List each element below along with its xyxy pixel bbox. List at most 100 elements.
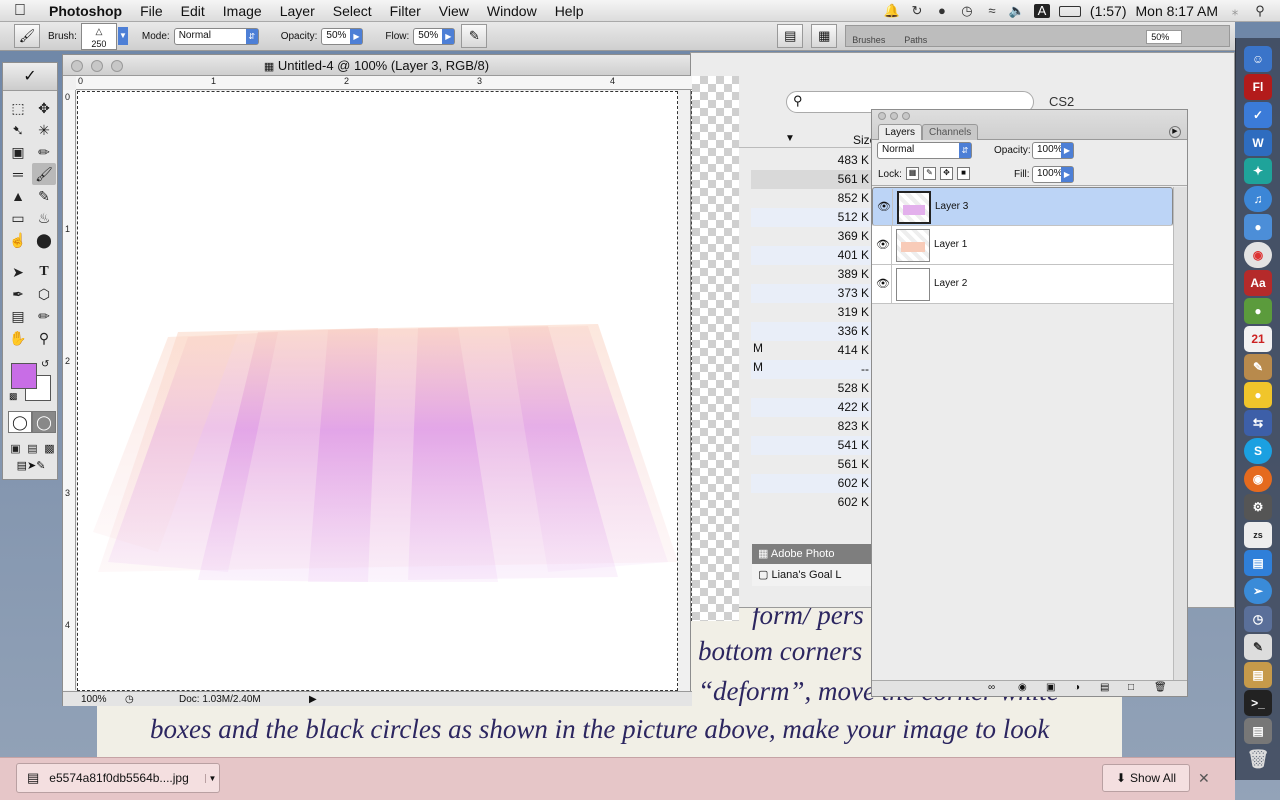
layer-name[interactable]: Layer 3 (935, 201, 968, 212)
lock-image-icon[interactable]: ✎ (923, 167, 936, 180)
dreamweaver-icon[interactable]: W (1244, 130, 1272, 156)
apple-menu-icon[interactable]:  (0, 2, 40, 20)
lock-transparency-icon[interactable]: ▦ (906, 167, 919, 180)
panel-menu-icon[interactable]: ▶ (1169, 126, 1181, 138)
list-item[interactable]: 561 K (751, 170, 871, 189)
jump-to-imageready-icon[interactable]: ▤➤✎ (8, 459, 54, 477)
evernote-icon[interactable]: ● (934, 4, 950, 18)
clock[interactable]: Mon 8:17 AM (1136, 3, 1219, 19)
eraser-tool-icon[interactable]: ▭ (6, 207, 30, 229)
crop-tool-icon[interactable]: ▣ (6, 141, 30, 163)
close-window-button[interactable] (71, 60, 83, 72)
eye-icon[interactable]: 👁 (877, 200, 891, 213)
migration-icon[interactable]: ⇆ (1244, 410, 1272, 436)
magic-wand-tool-icon[interactable]: ✳ (32, 119, 56, 141)
trash-icon[interactable]: 🗑 (1244, 746, 1272, 772)
list-item[interactable]: 541 K (751, 436, 871, 455)
list-item[interactable]: 483 K (751, 151, 871, 170)
status-menu-icon[interactable]: ◷ (125, 694, 139, 705)
path-selection-tool-icon[interactable]: ➤ (6, 261, 30, 283)
workspace-button[interactable]: ▦ (811, 24, 838, 48)
list-item[interactable]: 373 K (751, 284, 871, 303)
shape-tool-icon[interactable]: ⬡ (32, 283, 56, 305)
zoom-panel-button[interactable] (902, 112, 910, 120)
eyedropper-tool-icon[interactable]: ✏ (32, 305, 56, 327)
minimize-window-button[interactable] (91, 60, 103, 72)
paint-bucket-tool-icon[interactable]: ♨ (32, 207, 56, 229)
tab-paths[interactable]: Paths (904, 35, 927, 45)
tool-preset-picker[interactable]: 🖌 (14, 24, 40, 48)
tab-adobe-photoshop[interactable]: ▦ Adobe Photo (752, 544, 874, 564)
preview-icon[interactable]: ▤ (1244, 550, 1272, 576)
history-brush-tool-icon[interactable]: ✎ (32, 185, 56, 207)
input-source-icon[interactable]: A (1033, 4, 1050, 18)
airbrush-toggle[interactable]: ✎ (461, 24, 488, 48)
evernote-icon[interactable]: ● (1244, 298, 1272, 324)
facetime-icon[interactable]: ● (1244, 214, 1272, 240)
bluetooth-icon[interactable]: ⁎ (1227, 4, 1243, 18)
default-colors-icon[interactable]: ▩ (9, 391, 18, 402)
link-layers-icon[interactable]: ∞ (988, 682, 995, 693)
standard-mode-icon[interactable]: ◯ (8, 411, 32, 433)
calendar-icon[interactable]: 21 (1244, 326, 1272, 352)
dodge-tool-icon[interactable]: ⬤ (32, 229, 56, 251)
firefox-icon[interactable]: ◉ (1244, 466, 1272, 492)
vertical-ruler[interactable]: 0 1 2 3 4 (63, 90, 76, 690)
list-item[interactable]: 319 K (751, 303, 871, 322)
list-item[interactable]: 422 K (751, 398, 871, 417)
close-panel-button[interactable] (878, 112, 886, 120)
tab-brushes[interactable]: Brushes (852, 35, 885, 45)
pages-icon[interactable]: ✎ (1244, 354, 1272, 380)
spotlight-search-icon[interactable]: ⚲ (1252, 4, 1268, 18)
list-item[interactable]: 602 K (751, 493, 871, 512)
safari-icon[interactable]: ➢ (1244, 578, 1272, 604)
eye-icon[interactable]: 👁 (876, 277, 890, 290)
layer-style-icon[interactable]: ◉ (1018, 682, 1027, 693)
list-item[interactable]: 823 K (751, 417, 871, 436)
palette-toggle-button[interactable]: ▤ (777, 24, 804, 48)
app-store-icon[interactable]: ✓ (1244, 102, 1272, 128)
sync-icon[interactable]: ↻ (909, 4, 925, 18)
menu-layer[interactable]: Layer (271, 0, 324, 22)
move-tool-icon[interactable]: ✥ (32, 97, 56, 119)
lock-position-icon[interactable]: ✥ (940, 167, 953, 180)
lock-all-icon[interactable]: ■ (957, 167, 970, 180)
new-group-icon[interactable]: ▤ (1100, 682, 1109, 693)
textedit-icon[interactable]: ✎ (1244, 634, 1272, 660)
type-tool-icon[interactable]: T (32, 261, 56, 283)
documents-stack-icon[interactable]: ▤ (1244, 718, 1272, 744)
smudge-tool-icon[interactable]: ☝ (6, 229, 30, 251)
layer-row-layer-1[interactable]: 👁 Layer 1 (872, 226, 1173, 265)
menu-image[interactable]: Image (214, 0, 271, 22)
menu-window[interactable]: Window (478, 0, 546, 22)
tab-layers[interactable]: Layers (878, 124, 923, 140)
horizontal-ruler[interactable]: 0 1 2 3 4 (76, 76, 692, 90)
layer-mask-icon[interactable]: ▣ (1046, 682, 1055, 693)
slice-tool-icon[interactable]: ✏ (32, 141, 56, 163)
bookmark-item[interactable]: ▢ Liana's Goal L (752, 564, 874, 586)
tab-channels[interactable]: Channels (922, 124, 979, 140)
list-item[interactable]: 369 K (751, 227, 871, 246)
healing-brush-tool-icon[interactable]: ═ (6, 163, 30, 185)
finder-icon[interactable]: ☺ (1244, 46, 1272, 72)
list-item[interactable]: 602 K (751, 474, 871, 493)
marquee-tool-icon[interactable]: ⬚ (6, 97, 30, 119)
clone-stamp-tool-icon[interactable]: ▲ (6, 185, 30, 207)
feather-app-icon[interactable]: ✦ (1244, 158, 1272, 184)
zoom-tool-icon[interactable]: ⚲ (32, 327, 56, 349)
list-item[interactable]: 528 K (751, 379, 871, 398)
list-item[interactable]: 852 K (751, 189, 871, 208)
blend-mode-select[interactable]: Normal ⇵ (877, 142, 972, 159)
lasso-tool-icon[interactable]: ➷ (6, 119, 30, 141)
chevron-down-icon[interactable]: ▼ (205, 773, 219, 783)
battery-time[interactable]: (1:57) (1090, 3, 1127, 19)
adjustment-layer-icon[interactable]: ◑ (1074, 682, 1080, 693)
notes-tool-icon[interactable]: ▤ (6, 305, 30, 327)
volume-icon[interactable]: 🔈 (1009, 4, 1025, 18)
wifi-icon[interactable]: ≈ (984, 4, 1000, 18)
zoom-field[interactable]: 50% (1146, 30, 1183, 44)
layer-row-layer-2[interactable]: 👁 Layer 2 (872, 265, 1173, 304)
brush-preset-picker[interactable]: △ 250 (80, 22, 117, 50)
download-item[interactable]: ▤ e5574a81f0db5564b....jpg ▼ (16, 763, 220, 793)
terminal-icon[interactable]: >_ (1244, 690, 1272, 716)
